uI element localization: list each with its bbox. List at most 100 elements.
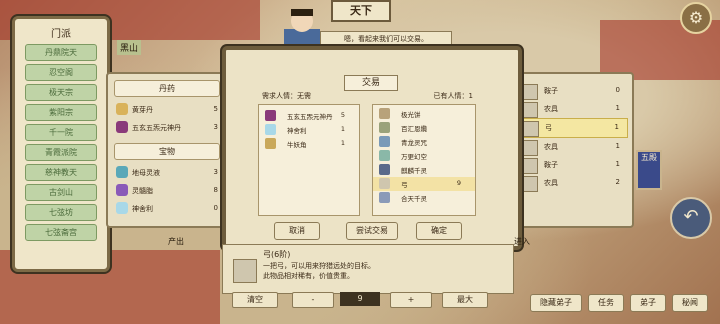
sect-item[interactable]: 青霞派院 xyxy=(25,144,97,161)
sect-item[interactable]: 古剑山 xyxy=(25,184,97,201)
bow-icon xyxy=(523,121,539,137)
item-count: 5 xyxy=(340,111,345,119)
item-count: 2 xyxy=(615,178,620,186)
inventory-row[interactable]: 农具 1 xyxy=(518,138,628,156)
receive-row[interactable]: 青龙灵咒 xyxy=(373,135,475,149)
item-info-title: 弓(6阶) xyxy=(263,250,291,259)
item-name: 地母灵液 xyxy=(132,169,160,177)
cancel-button[interactable]: 取消 xyxy=(274,222,320,240)
sect-item[interactable]: 七弦斋宫 xyxy=(25,224,97,241)
bow-icon xyxy=(233,259,257,283)
enter-label[interactable]: 进入 xyxy=(514,236,530,247)
inventory-row[interactable]: 黄芽丹 5 xyxy=(114,101,220,119)
item-icon xyxy=(522,102,538,118)
inventory-left-panel: 丹药 黄芽丹 5 五玄五炁元神丹 3 宝物 地母灵液 3 灵髓脂 8 神舍利 0 xyxy=(106,72,228,228)
item-name: 农具 xyxy=(544,105,558,113)
item-name: 灵髓脂 xyxy=(132,187,153,195)
npc-portrait xyxy=(284,9,320,49)
item-name: 麒麟千灵 xyxy=(401,167,427,175)
sect-item[interactable]: 丹鼎院天 xyxy=(25,44,97,61)
sect-item[interactable]: 极天宗 xyxy=(25,84,97,101)
inventory-row[interactable]: 农具 1 xyxy=(518,100,628,118)
required-favor: 需求人情：无需 xyxy=(262,92,311,100)
task-button[interactable]: 任务 xyxy=(588,294,624,312)
plus-button[interactable]: + xyxy=(390,292,432,308)
receive-row-selected[interactable]: 弓 9 xyxy=(373,177,475,191)
item-info-rarity: 此物品相对稀有，价值贵重。 xyxy=(263,272,354,280)
item-count: 5 xyxy=(213,105,218,113)
bow-icon xyxy=(379,178,390,189)
item-icon xyxy=(522,140,538,156)
side-tag[interactable]: 五殿 xyxy=(636,150,662,190)
secret-button[interactable]: 秘闻 xyxy=(672,294,708,312)
item-icon xyxy=(379,150,390,161)
item-icon xyxy=(116,103,128,115)
sect-item[interactable]: 忍空阁 xyxy=(25,64,97,81)
inventory-row-selected[interactable]: 弓 1 xyxy=(518,118,628,138)
confirm-button[interactable]: 确定 xyxy=(416,222,462,240)
item-name: 万更幻空 xyxy=(401,153,427,161)
section-header-pills[interactable]: 丹药 xyxy=(114,80,220,97)
item-name: 五玄五炁元神丹 xyxy=(287,113,333,121)
offer-row[interactable]: 神舍利 1 xyxy=(259,123,359,137)
try-trade-button[interactable]: 尝试交易 xyxy=(346,222,398,240)
inventory-row[interactable]: 灵髓脂 8 xyxy=(114,182,220,200)
item-name: 百汇恩纜 xyxy=(401,125,427,133)
item-name: 黄芽丹 xyxy=(132,106,153,114)
back-arrow-icon[interactable]: ↶ xyxy=(670,197,712,239)
item-count: 0 xyxy=(213,204,218,212)
sect-item[interactable]: 紫阳宗 xyxy=(25,104,97,121)
inventory-row[interactable]: 鞍子 0 xyxy=(518,82,628,100)
offer-row[interactable]: 五玄五炁元神丹 5 xyxy=(259,109,359,123)
settings-gear-icon[interactable]: ⚙ xyxy=(680,2,712,34)
npc-speech: 嗯，看起来我们可以交易。 xyxy=(320,31,452,47)
item-icon xyxy=(522,158,538,174)
item-icon xyxy=(522,84,538,100)
inventory-row[interactable]: 鞍子 1 xyxy=(518,156,628,174)
item-count: 1 xyxy=(340,139,345,147)
item-icon xyxy=(116,202,128,214)
produce-label: 产出 xyxy=(168,237,184,246)
section-header-treasures[interactable]: 宝物 xyxy=(114,143,220,160)
inventory-row[interactable]: 农具 2 xyxy=(518,174,628,192)
item-name: 弓 xyxy=(545,124,552,132)
sect-panel-title: 门派 xyxy=(51,29,71,40)
item-info-desc: 一把弓，可以用来狩猎远处的目标。 xyxy=(263,262,375,270)
clear-button[interactable]: 清空 xyxy=(232,292,278,308)
item-icon xyxy=(116,184,128,196)
receive-row[interactable]: 万更幻空 xyxy=(373,149,475,163)
hide-disciples-button[interactable]: 隐藏弟子 xyxy=(530,294,582,312)
inventory-row[interactable]: 五玄五炁元神丹 3 xyxy=(114,119,220,137)
owned-favor: 已有人情：1 xyxy=(433,92,473,100)
minus-button[interactable]: - xyxy=(292,292,334,308)
quantity-value[interactable]: 9 xyxy=(340,292,380,306)
trade-dialog: 交易 需求人情：无需 已有人情：1 五玄五炁元神丹 5 神舍利 1 牛妖角 1 … xyxy=(222,46,522,250)
sect-item[interactable]: 千一院 xyxy=(25,124,97,141)
offer-row[interactable]: 牛妖角 1 xyxy=(259,137,359,151)
item-icon xyxy=(116,121,128,133)
sect-item[interactable]: 七弦坊 xyxy=(25,204,97,221)
inventory-row[interactable]: 神舍利 0 xyxy=(114,200,220,218)
quantity-bar: 清空 - 9 + 最大 xyxy=(222,292,512,308)
item-name: 合天千灵 xyxy=(401,195,427,203)
trade-title: 交易 xyxy=(344,75,398,91)
receive-row[interactable]: 极光饼 xyxy=(373,107,475,121)
region-title: 天下 xyxy=(331,0,391,22)
item-count: 9 xyxy=(456,179,461,187)
inventory-row[interactable]: 地母灵液 3 xyxy=(114,164,220,182)
item-name: 牛妖角 xyxy=(287,141,307,149)
disciple-button[interactable]: 弟子 xyxy=(630,294,666,312)
receive-row[interactable]: 百汇恩纜 xyxy=(373,121,475,135)
offer-box: 五玄五炁元神丹 5 神舍利 1 牛妖角 1 xyxy=(258,104,360,216)
item-name: 五玄五炁元神丹 xyxy=(132,124,181,132)
item-icon xyxy=(379,136,390,147)
receive-row[interactable]: 合天千灵 xyxy=(373,191,475,205)
item-info-panel: 弓(6阶) 一把弓，可以用来狩猎远处的目标。 此物品相对稀有，价值贵重。 xyxy=(222,244,514,294)
sect-item[interactable]: 慈神教天 xyxy=(25,164,97,181)
max-button[interactable]: 最大 xyxy=(442,292,488,308)
receive-row[interactable]: 麒麟千灵 xyxy=(373,163,475,177)
map-location-label[interactable]: 黑山 xyxy=(117,40,142,55)
item-count: 1 xyxy=(615,104,620,112)
item-count: 1 xyxy=(340,125,345,133)
item-name: 农具 xyxy=(544,179,558,187)
